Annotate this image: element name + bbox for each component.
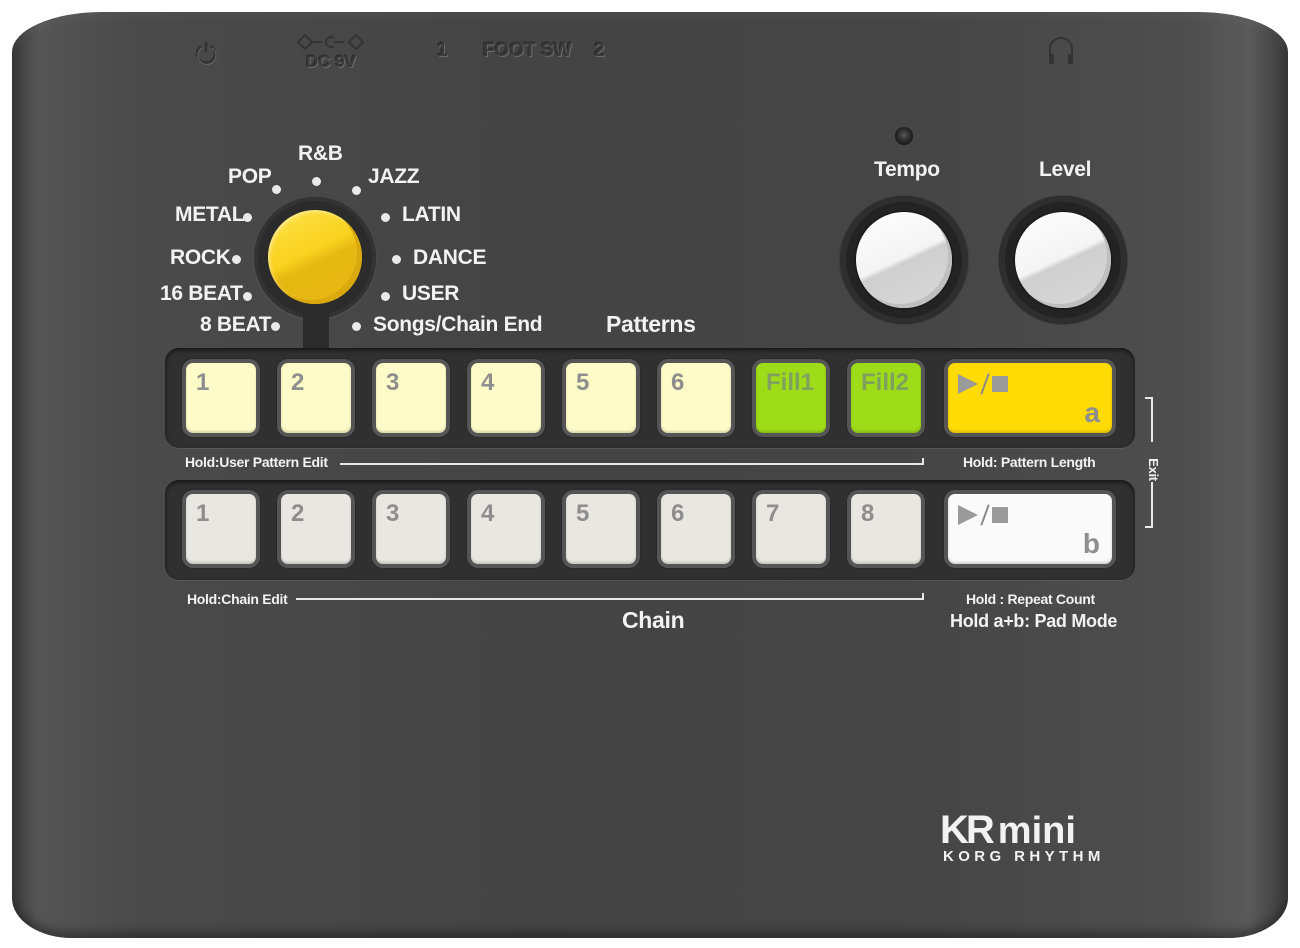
- genre-label-user[interactable]: USER: [402, 282, 459, 306]
- genre-dot-rock: [232, 255, 241, 264]
- pattern-pad-4[interactable]: 4: [471, 363, 541, 433]
- pad-label: 4: [481, 500, 495, 527]
- exit-bracket-line-bottom: [1151, 482, 1153, 527]
- pad-label: 2: [291, 369, 305, 396]
- hold-chain-edit-label: Hold:Chain Edit: [187, 591, 288, 607]
- fill1-pad[interactable]: Fill1: [756, 363, 826, 433]
- pad-label: Fill2: [861, 369, 910, 396]
- chain-pad-5[interactable]: 5: [566, 494, 636, 564]
- pad-label: 7: [766, 500, 780, 527]
- exit-bracket-line-top: [1151, 397, 1153, 442]
- korg-kr-mini-device: [12, 12, 1288, 938]
- pattern-pad-2[interactable]: 2: [281, 363, 351, 433]
- pad-label: 1: [196, 500, 210, 527]
- hold-pattern-length-label: Hold: Pattern Length: [963, 454, 1096, 470]
- play-stop-b-button[interactable]: b: [948, 494, 1112, 564]
- kr-mini-logo: KR mini: [940, 808, 1076, 853]
- genre-label-latin[interactable]: LATIN: [402, 203, 461, 227]
- exit-label: Exit: [1145, 458, 1161, 481]
- foot-sw-label: FOOT SW: [483, 40, 572, 61]
- logo-mini: mini: [997, 810, 1076, 852]
- genre-label-pop[interactable]: POP: [228, 165, 272, 189]
- hold-user-pattern-edit-label: Hold:User Pattern Edit: [185, 454, 328, 470]
- chain-pad-4[interactable]: 4: [471, 494, 541, 564]
- genre-label-songs-chain-end[interactable]: Songs/Chain End: [373, 313, 543, 337]
- level-knob[interactable]: [1015, 212, 1111, 308]
- play-stop-icon: [958, 504, 1008, 526]
- tempo-led-indicator: [895, 127, 913, 145]
- genre-dot-songs-chain-end: [352, 322, 361, 331]
- korg-rhythm-sublogo: KORG RHYTHM: [943, 848, 1105, 865]
- play-stop-icon: [958, 373, 1008, 395]
- pad-label: 6: [671, 369, 685, 396]
- play-stop-a-button[interactable]: a: [948, 363, 1112, 433]
- chain-hold-line-tick: [922, 593, 924, 599]
- genre-label-jazz[interactable]: JAZZ: [368, 165, 420, 189]
- genre-label-8-beat[interactable]: 8 BEAT: [200, 313, 272, 337]
- foot-sw-1-label: 1: [437, 40, 448, 61]
- pad-label: Fill1: [766, 369, 815, 396]
- hold-ab-pad-mode-label: Hold a+b: Pad Mode: [950, 611, 1118, 631]
- genre-label-rock[interactable]: ROCK: [170, 246, 231, 270]
- play-stop-letter: b: [1082, 528, 1100, 559]
- genre-dot-jazz: [352, 186, 361, 195]
- genre-label-16-beat[interactable]: 16 BEAT: [160, 282, 243, 306]
- chain-pad-3[interactable]: 3: [376, 494, 446, 564]
- chain-pad-2[interactable]: 2: [281, 494, 351, 564]
- chain-pad-6[interactable]: 6: [661, 494, 731, 564]
- genre-dot-rnb: [312, 177, 321, 186]
- tempo-label: Tempo: [874, 158, 940, 181]
- pad-label: 8: [861, 500, 875, 527]
- pattern-hold-line-tick: [922, 458, 924, 464]
- headphones-icon: [1046, 34, 1076, 73]
- genre-label-metal[interactable]: METAL: [175, 203, 245, 227]
- dc-9v-label: DC 9V: [306, 52, 357, 71]
- genre-dot-pop: [272, 185, 281, 194]
- pattern-hold-line: [340, 463, 924, 465]
- pad-label: 4: [481, 369, 495, 396]
- hold-repeat-count-label: Hold : Repeat Count: [966, 591, 1095, 607]
- pad-label: 5: [576, 500, 590, 527]
- pad-label: 3: [386, 500, 400, 527]
- pad-label: 6: [671, 500, 685, 527]
- genre-dot-metal: [243, 213, 252, 222]
- genre-dot-dance: [392, 255, 401, 264]
- pattern-pad-1[interactable]: 1: [186, 363, 256, 433]
- foot-sw-2-label: 2: [594, 40, 605, 61]
- tempo-knob[interactable]: [856, 212, 952, 308]
- chain-pad-8[interactable]: 8: [851, 494, 921, 564]
- chain-pad-7[interactable]: 7: [756, 494, 826, 564]
- exit-bracket-bottom: [1145, 526, 1153, 528]
- genre-dot-8-beat: [271, 322, 280, 331]
- pad-label: 3: [386, 369, 400, 396]
- level-label: Level: [1039, 158, 1092, 181]
- pad-label: 2: [291, 500, 305, 527]
- genre-selector-knob[interactable]: [268, 210, 362, 304]
- patterns-section-label: Patterns: [606, 311, 696, 337]
- logo-kr: KR: [940, 808, 995, 852]
- fill2-pad[interactable]: Fill2: [851, 363, 921, 433]
- chain-hold-line: [296, 598, 924, 600]
- pattern-pad-6[interactable]: 6: [661, 363, 731, 433]
- genre-dot-latin: [381, 213, 390, 222]
- power-icon: [193, 40, 219, 66]
- pattern-pad-3[interactable]: 3: [376, 363, 446, 433]
- pattern-pad-5[interactable]: 5: [566, 363, 636, 433]
- genre-dot-user: [381, 292, 390, 301]
- play-stop-letter: a: [1084, 397, 1100, 428]
- chain-section-label: Chain: [622, 607, 685, 633]
- genre-dot-16-beat: [243, 292, 252, 301]
- genre-label-rnb[interactable]: R&B: [298, 142, 343, 166]
- chain-pad-1[interactable]: 1: [186, 494, 256, 564]
- pad-label: 5: [576, 369, 590, 396]
- pad-label: 1: [196, 369, 210, 396]
- genre-label-dance[interactable]: DANCE: [413, 246, 486, 270]
